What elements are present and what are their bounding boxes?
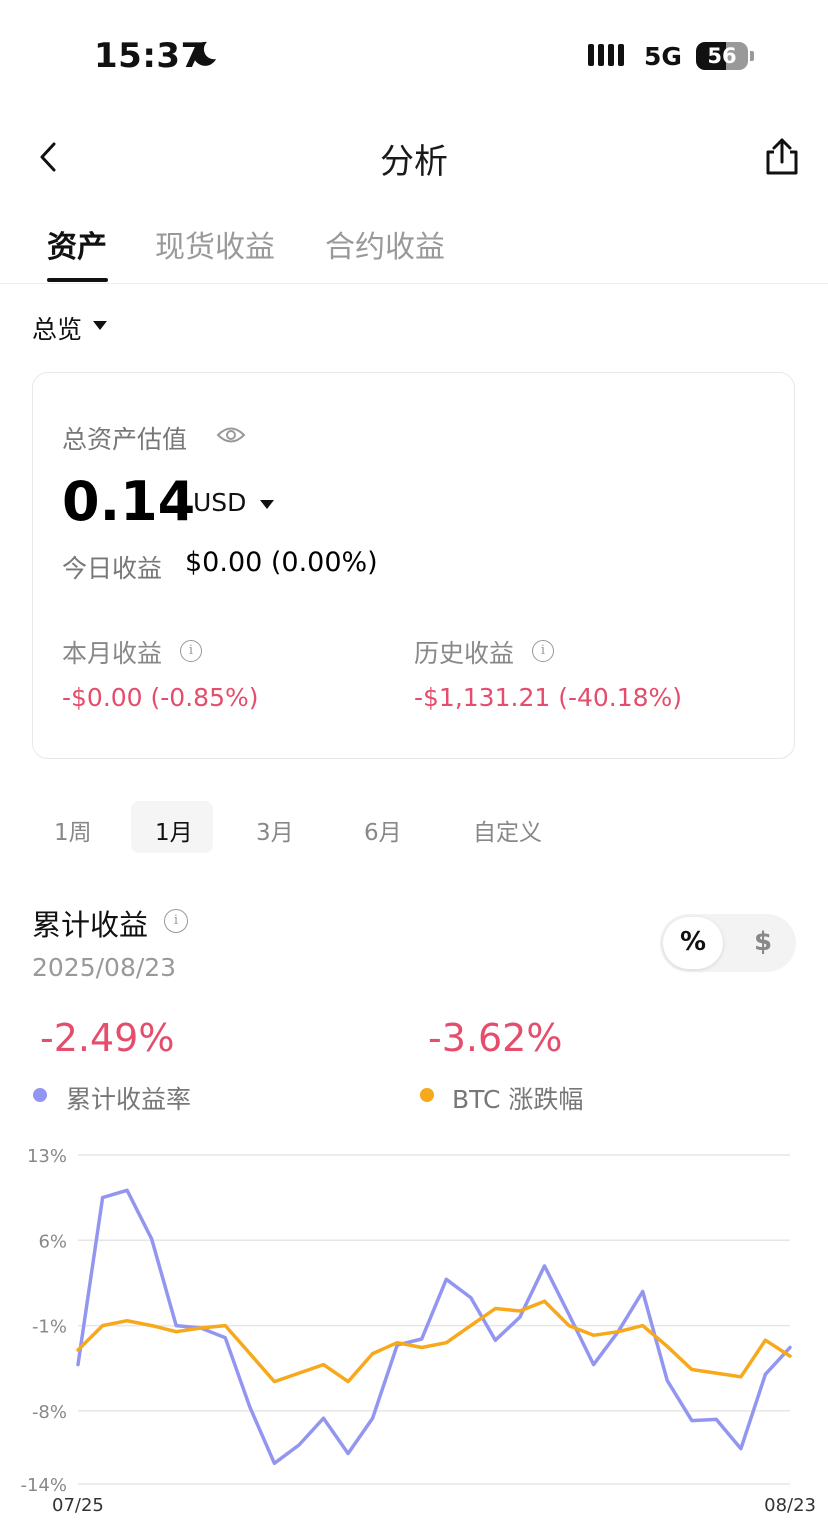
caret-down-icon[interactable] xyxy=(93,321,107,330)
status-time: 15:37 xyxy=(94,36,205,76)
info-icon[interactable]: i xyxy=(180,640,202,662)
battery-icon: 56 xyxy=(696,42,748,70)
period-3m[interactable]: 3月 xyxy=(256,813,294,847)
tab-underline xyxy=(47,278,108,282)
legend-return: 累计收益率 xyxy=(66,1085,192,1114)
battery-tip xyxy=(750,51,754,61)
cumulative-title: 累计收益 xyxy=(32,908,149,942)
toggle-percent[interactable]: % xyxy=(663,927,723,957)
period-custom[interactable]: 自定义 xyxy=(473,813,542,847)
x-tick-end: 08/23 xyxy=(764,1495,816,1516)
info-icon[interactable]: i xyxy=(532,640,554,662)
currency-selector[interactable]: USD xyxy=(193,488,246,517)
period-1w[interactable]: 1周 xyxy=(54,813,92,847)
series-line-return xyxy=(76,1188,792,1466)
period-6m[interactable]: 6月 xyxy=(364,813,402,847)
cumulative-return-chart[interactable]: 13% 6% -1% -8% -14%07/25 08/23 xyxy=(0,1130,828,1525)
cumulative-date: 2025/08/23 xyxy=(32,953,177,982)
overview-dropdown[interactable]: 总览 xyxy=(32,310,82,346)
y-tick-label: 13% xyxy=(27,1146,67,1167)
moon-icon xyxy=(193,41,216,66)
y-tick-label: 6% xyxy=(38,1231,67,1252)
y-tick-label: -1% xyxy=(32,1317,67,1338)
legend-dot-return xyxy=(33,1088,47,1102)
today-pnl-label: 今日收益 xyxy=(62,554,163,583)
network-type: 5G xyxy=(644,42,682,71)
divider xyxy=(0,283,828,284)
total-asset-amount: 0.14 xyxy=(62,470,196,533)
tab-assets[interactable]: 资产 xyxy=(47,222,107,266)
period-1m[interactable]: 1月 xyxy=(155,813,193,847)
today-pnl-value: $0.00 (0.00%) xyxy=(185,547,378,578)
info-icon[interactable]: i xyxy=(164,909,188,933)
caret-down-icon[interactable] xyxy=(260,500,274,509)
signal-icon xyxy=(588,44,624,66)
legend-btc: BTC 涨跌幅 xyxy=(452,1085,584,1114)
legend-dot-btc xyxy=(420,1088,434,1102)
page-title: 分析 xyxy=(380,142,448,182)
history-pnl-label: 历史收益 xyxy=(414,639,515,668)
btc-change-value: -3.62% xyxy=(428,1016,563,1060)
share-icon[interactable] xyxy=(762,136,802,176)
month-pnl-value: -$0.00 (-0.85%) xyxy=(62,683,259,712)
month-pnl-label: 本月收益 xyxy=(62,639,163,668)
y-tick-label: -14% xyxy=(20,1475,67,1496)
cumulative-return-value: -2.49% xyxy=(40,1016,175,1060)
y-tick-label: -8% xyxy=(32,1402,67,1423)
eye-icon[interactable] xyxy=(216,424,246,446)
tab-spot-pnl[interactable]: 现货收益 xyxy=(155,222,275,266)
history-pnl-value: -$1,131.21 (-40.18%) xyxy=(414,683,683,712)
total-asset-label: 总资产估值 xyxy=(62,425,188,454)
tab-futures-pnl[interactable]: 合约收益 xyxy=(325,222,445,266)
toggle-dollar[interactable]: $ xyxy=(733,927,793,957)
x-tick-start: 07/25 xyxy=(52,1495,104,1516)
